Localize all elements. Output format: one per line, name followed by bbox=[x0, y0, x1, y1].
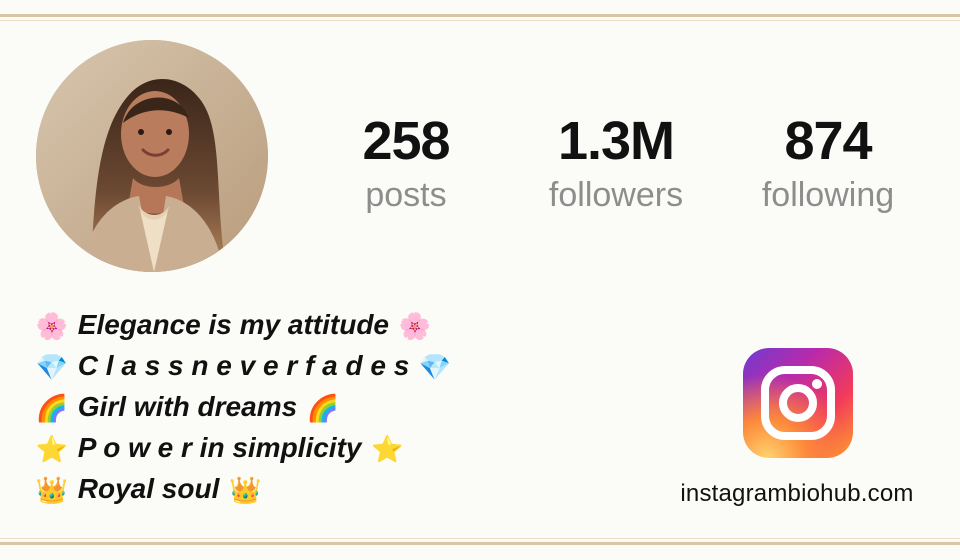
instagram-icon[interactable] bbox=[743, 348, 853, 458]
bio-line-class: 💎 C l a s s n e v e r f a d e s 💎 bbox=[34, 345, 554, 386]
rainbow-icon: 🌈 bbox=[306, 393, 340, 424]
star-icon: ⭐ bbox=[35, 434, 69, 465]
following-count: 874 bbox=[784, 111, 872, 171]
rainbow-icon: 🌈 bbox=[35, 393, 69, 424]
following-stat[interactable]: 874 following bbox=[738, 114, 918, 212]
frame-bottom-inner-border bbox=[0, 538, 960, 539]
profile-bio: 🌸 Elegance is my attitude 🌸 💎 C l a s s … bbox=[34, 304, 554, 509]
bio-line-dreams: 🌈 Girl with dreams 🌈 bbox=[34, 386, 554, 427]
followers-stat[interactable]: 1.3M followers bbox=[526, 114, 706, 212]
frame-bottom-border bbox=[0, 542, 960, 545]
following-label: following bbox=[761, 176, 895, 214]
posts-label: posts bbox=[365, 176, 447, 214]
bio-line-royal: 👑 Royal soul 👑 bbox=[34, 468, 554, 509]
gem-icon: 💎 bbox=[35, 352, 69, 383]
crown-icon: 👑 bbox=[35, 475, 69, 506]
crown-icon: 👑 bbox=[228, 475, 262, 506]
website-label[interactable]: instagrambiohub.com bbox=[640, 480, 954, 508]
bio-line-elegance: 🌸 Elegance is my attitude 🌸 bbox=[34, 304, 554, 345]
instagram-camera-icon bbox=[761, 366, 835, 440]
star-icon: ⭐ bbox=[371, 434, 404, 465]
posts-stat[interactable]: 258 posts bbox=[316, 114, 496, 212]
frame-top-inner-border bbox=[0, 20, 960, 21]
bio-line-power: ⭐ P o w e r in simplicity ⭐ bbox=[34, 427, 554, 468]
bio-text-class: C l a s s n e v e r f a d e s bbox=[77, 350, 410, 381]
cherry-blossom-icon: 🌸 bbox=[35, 311, 69, 342]
followers-label: followers bbox=[548, 176, 684, 214]
bio-text-power: P o w e r in simplicity bbox=[77, 432, 362, 463]
frame-top-border bbox=[0, 14, 960, 17]
bio-text-royal: Royal soul bbox=[77, 473, 220, 504]
bio-text-elegance: Elegance is my attitude bbox=[77, 309, 389, 340]
gem-icon: 💎 bbox=[418, 352, 452, 383]
profile-avatar[interactable] bbox=[36, 40, 268, 272]
posts-count: 258 bbox=[362, 111, 450, 171]
cherry-blossom-icon: 🌸 bbox=[398, 311, 431, 342]
bio-text-dreams: Girl with dreams bbox=[77, 391, 298, 422]
followers-count: 1.3M bbox=[557, 111, 675, 171]
woman-portrait-photo bbox=[36, 40, 268, 272]
